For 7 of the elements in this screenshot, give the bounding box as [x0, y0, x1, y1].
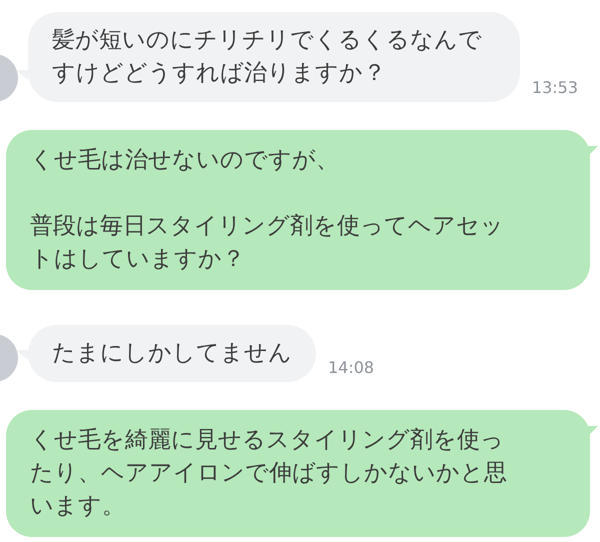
- message-text: 髪が短いのにチリチリでくるくるなんですけどどうすれば治りますか？: [52, 26, 483, 88]
- message-time: 13:53: [532, 77, 578, 99]
- message-time: 14:08: [328, 357, 374, 379]
- message-text: たまにしかしてません: [52, 339, 292, 368]
- message-text: 普段は毎日スタイリング剤を使ってヘアセットはしていますか？: [30, 212, 505, 274]
- message-text: くせ毛は治せないのですが、: [30, 146, 340, 175]
- message-text: くせ毛を綺麗に見せるスタイリング剤を使ったり、ヘアアイロンで伸ばすしかないかと思います。: [30, 426, 508, 521]
